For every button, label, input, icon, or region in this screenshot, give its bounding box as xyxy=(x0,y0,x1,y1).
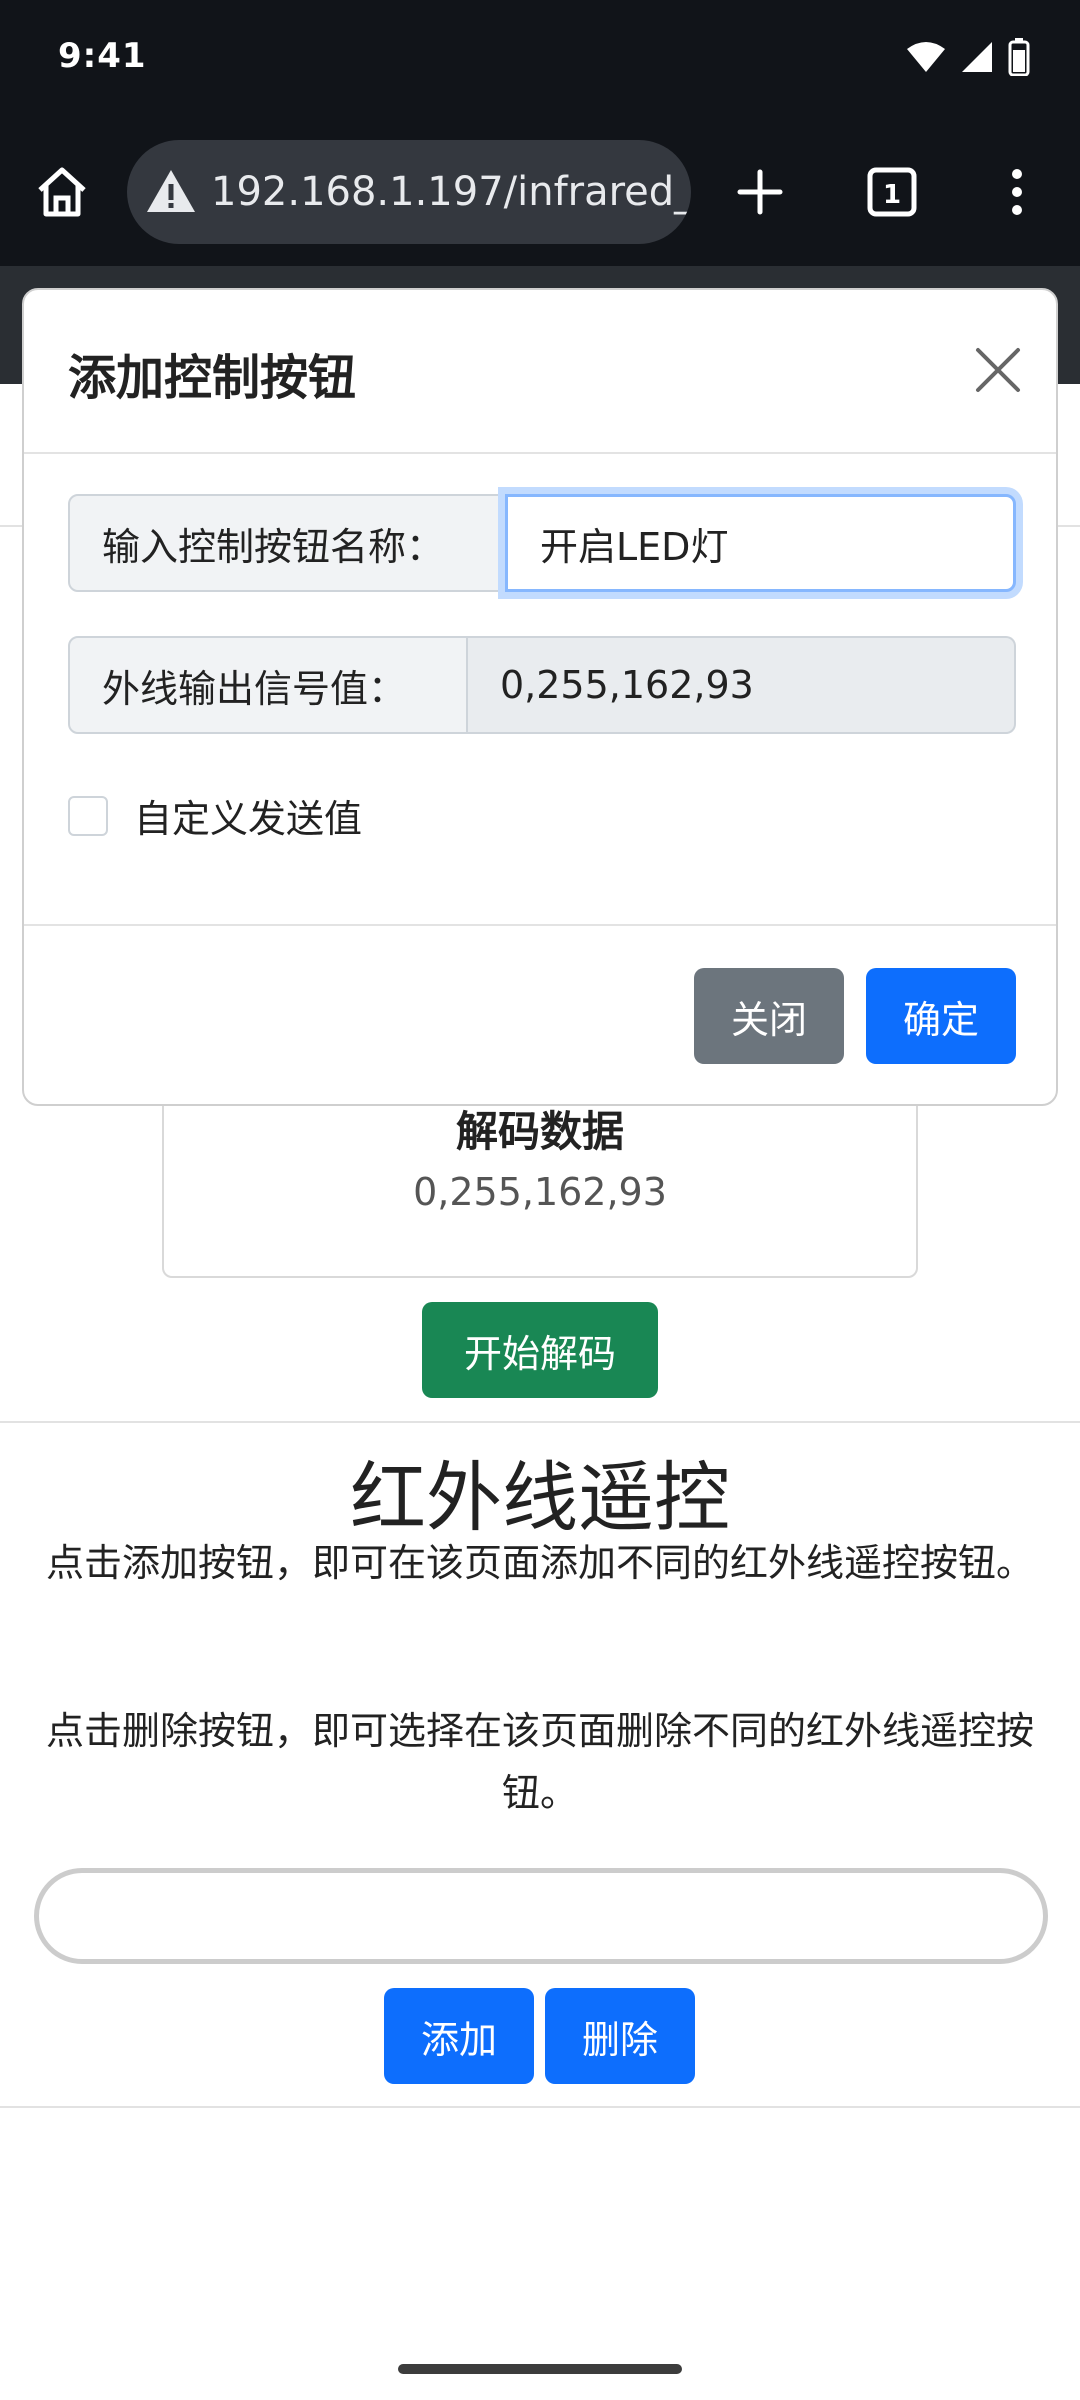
modal-title: 添加控制按钮 xyxy=(68,350,357,406)
remote-delete-instruction: 点击删除按钮，即可选择在该页面删除不同的红外线遥控按钮。 xyxy=(45,1709,1034,1815)
custom-value-checkbox[interactable] xyxy=(68,795,108,836)
more-vert-icon[interactable] xyxy=(995,162,1039,222)
home-indicator[interactable] xyxy=(398,2364,682,2374)
divider xyxy=(0,1421,1080,1423)
screen: 9:41 192.168.1.197/infrared 1 解码数据 0,255… xyxy=(0,0,1080,2400)
divider xyxy=(0,2106,1080,2108)
modal-footer: 关闭 确定 xyxy=(24,924,1056,1104)
tabs-icon[interactable]: 1 xyxy=(862,162,922,222)
decode-title: 解码数据 xyxy=(455,1107,624,1156)
button-name-input[interactable] xyxy=(505,494,1016,592)
decode-card: 解码数据 0,255,162,93 xyxy=(162,1080,918,1278)
close-icon[interactable] xyxy=(974,346,1022,394)
battery-icon xyxy=(1008,38,1030,76)
decode-value: 0,255,162,93 xyxy=(413,1170,667,1214)
cell-signal-icon xyxy=(962,42,992,72)
button-name-group: 输入控制按钮名称： xyxy=(68,494,1016,592)
remote-button-name-input[interactable] xyxy=(34,1868,1048,1964)
status-bar: 9:41 xyxy=(0,0,1080,118)
custom-value-row[interactable]: 自定义发送值 xyxy=(68,788,362,843)
tab-count: 1 xyxy=(883,180,901,210)
plus-icon[interactable] xyxy=(730,162,790,222)
button-name-label: 输入控制按钮名称： xyxy=(68,494,505,592)
custom-value-label[interactable]: 自定义发送值 xyxy=(134,788,362,843)
confirm-button[interactable]: 确定 xyxy=(866,968,1016,1064)
start-decode-button[interactable]: 开始解码 xyxy=(422,1302,658,1398)
close-button[interactable]: 关闭 xyxy=(694,968,844,1064)
delete-button[interactable]: 删除 xyxy=(545,1988,695,2084)
signal-value-label: 外线输出信号值： xyxy=(68,636,468,734)
signal-value-field xyxy=(468,636,1016,734)
status-time: 9:41 xyxy=(58,36,147,76)
add-control-button-modal: 添加控制按钮 输入控制按钮名称： 外线输出信号值： 自定义发送值 关闭 确定 xyxy=(22,288,1058,1106)
address-bar[interactable]: 192.168.1.197/infrared_tra xyxy=(127,140,691,244)
wifi-icon xyxy=(907,42,945,72)
signal-value-group: 外线输出信号值： xyxy=(68,636,1016,734)
status-icons xyxy=(906,38,1030,76)
warning-icon[interactable] xyxy=(145,166,197,218)
add-button[interactable]: 添加 xyxy=(384,1988,534,2084)
modal-header: 添加控制按钮 xyxy=(24,290,1056,454)
home-icon[interactable] xyxy=(32,162,92,222)
remote-section-title: 红外线遥控 xyxy=(350,1453,730,1542)
remote-add-instruction: 点击添加按钮，即可在该页面添加不同的红外线遥控按钮。 xyxy=(45,1541,1034,1585)
browser-toolbar: 192.168.1.197/infrared_tra 1 xyxy=(0,118,1080,266)
url-text: 192.168.1.197/infrared_tra xyxy=(211,169,691,215)
